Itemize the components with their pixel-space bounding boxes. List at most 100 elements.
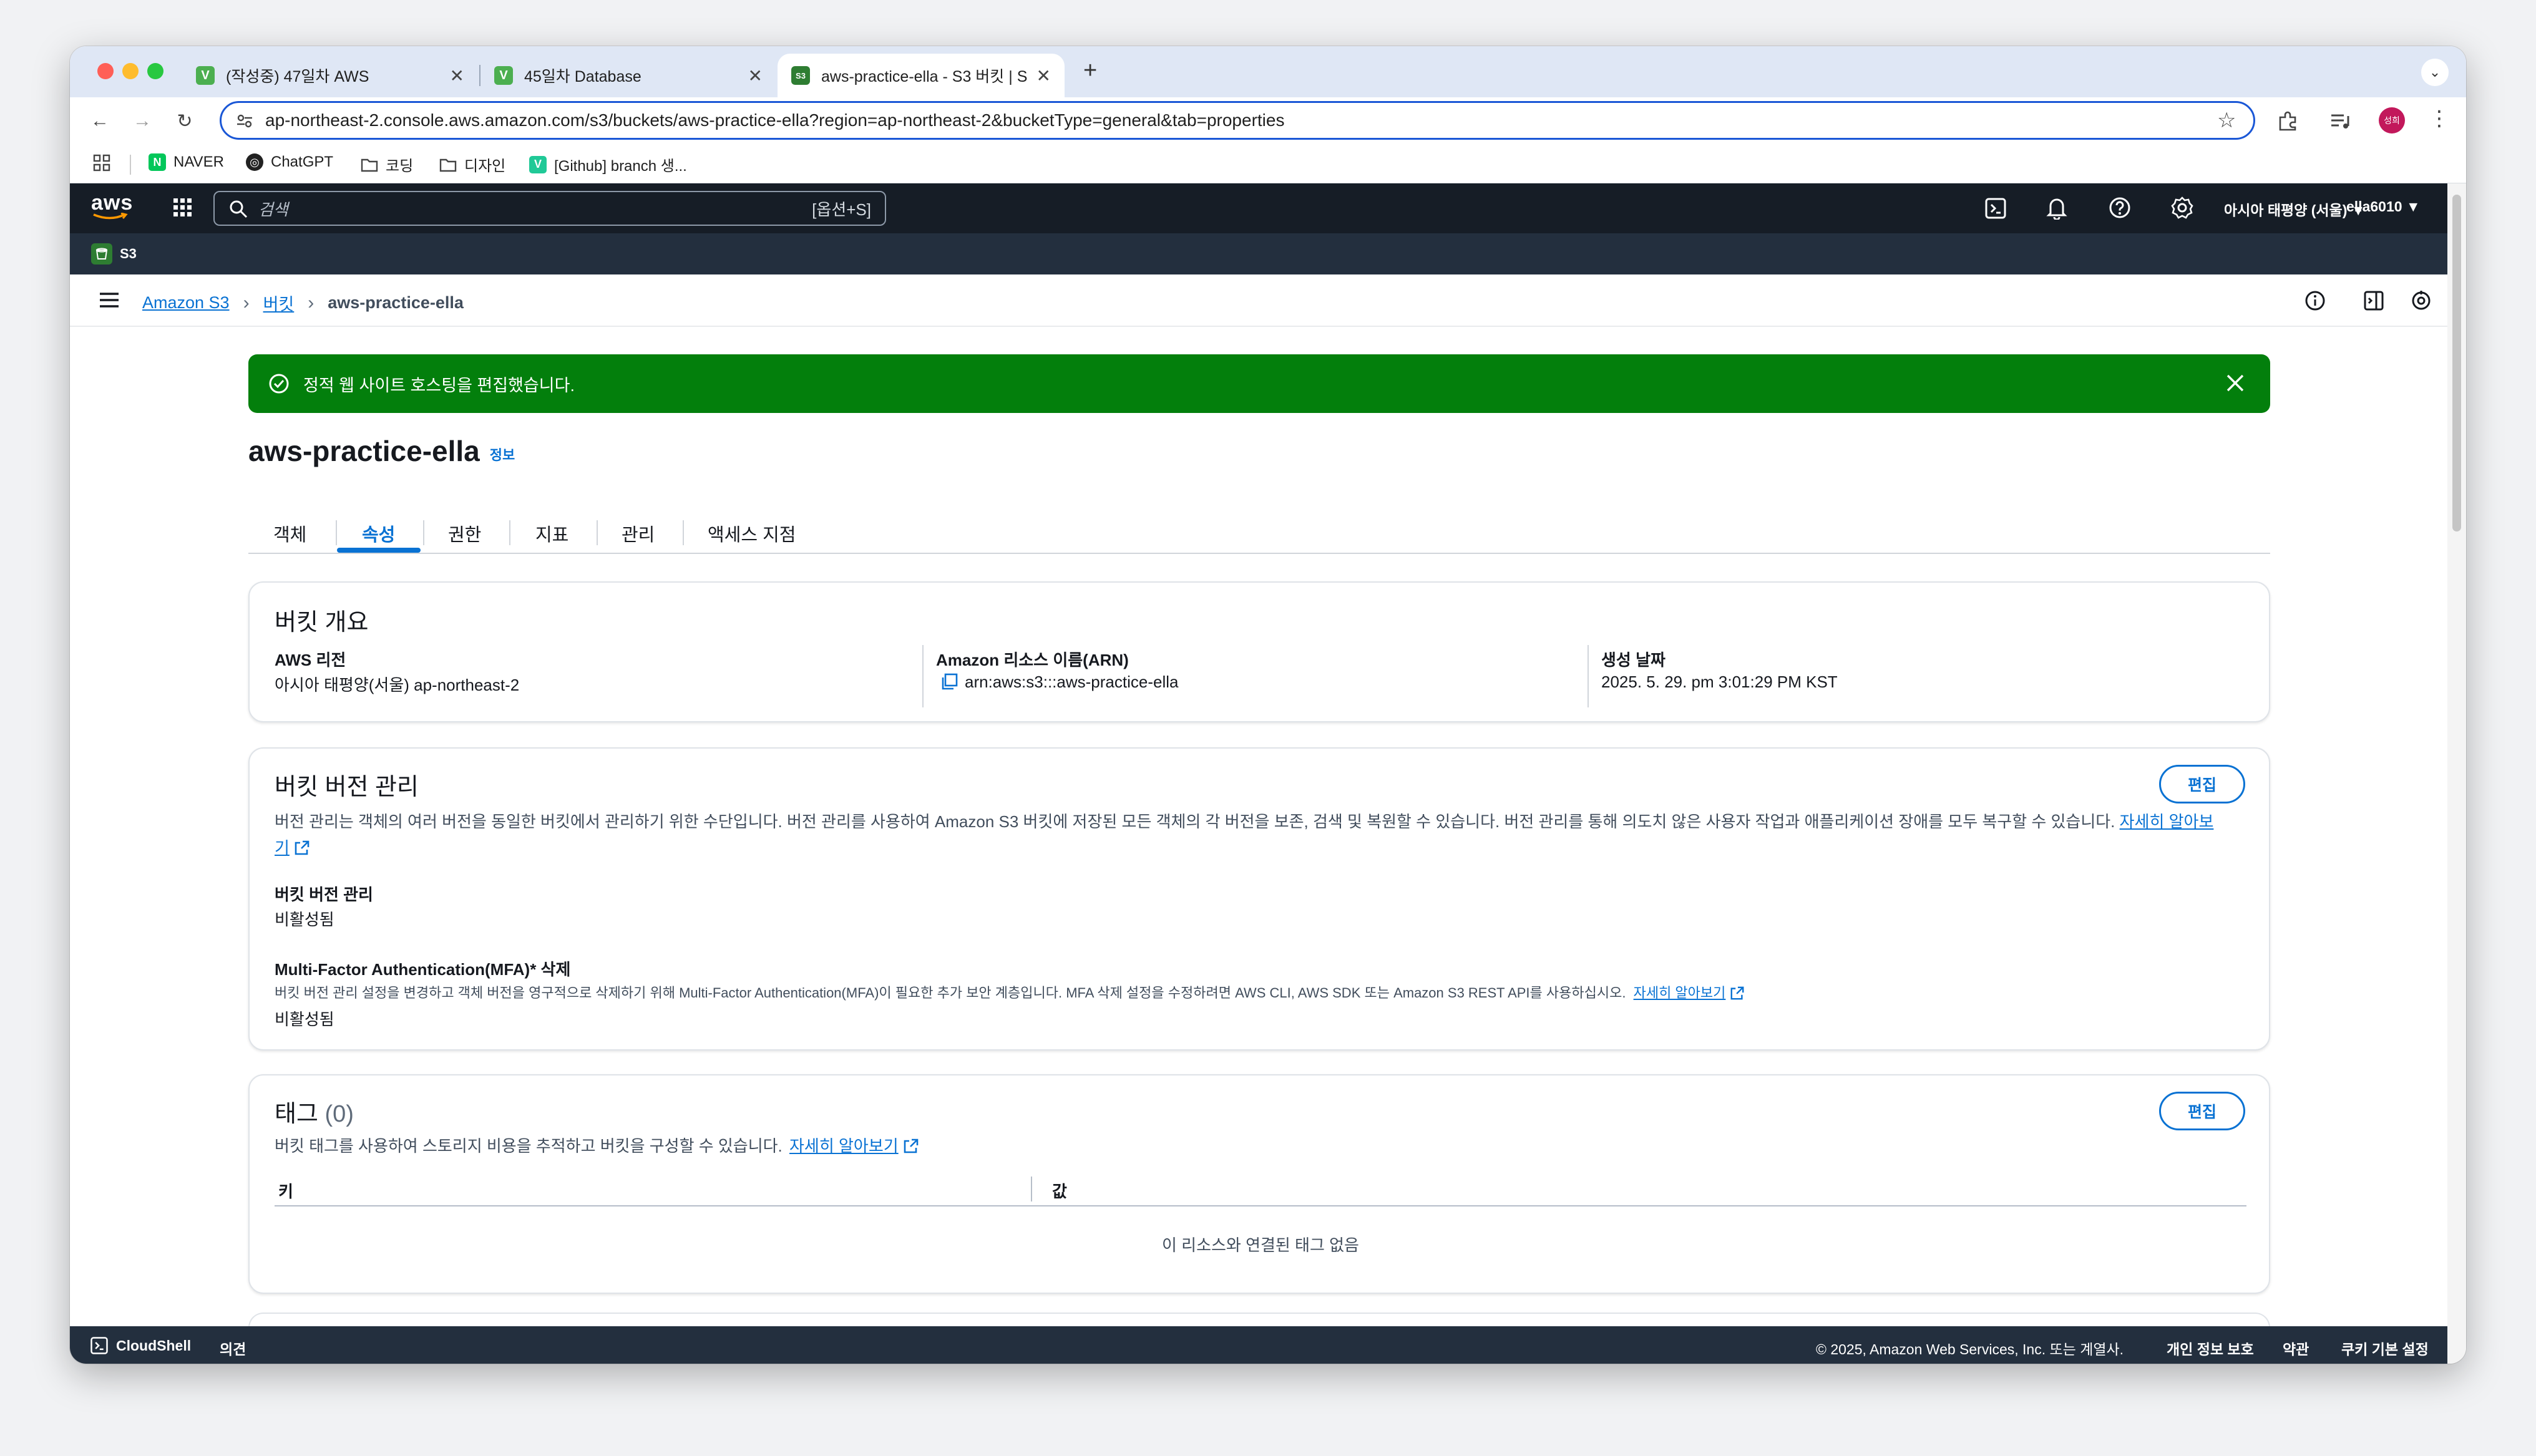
close-tab-icon[interactable]: ✕ — [450, 66, 464, 86]
browser-tab[interactable]: V (작성중) 47일차 AWS ✕ — [182, 54, 478, 97]
tab-divider — [423, 520, 424, 545]
breadcrumb-buckets[interactable]: 버킷 — [263, 291, 295, 315]
apps-grid-icon[interactable] — [92, 153, 111, 172]
search-icon — [228, 199, 248, 219]
tab-properties[interactable]: 속성 — [362, 520, 395, 546]
external-link-icon — [295, 840, 310, 855]
mfa-learn-more-link[interactable]: 자세히 알아보기 — [1634, 985, 1726, 1001]
close-tab-icon[interactable]: ✕ — [1036, 66, 1051, 86]
scrollbar-thumb[interactable] — [2452, 195, 2461, 531]
terms-link[interactable]: 약관 — [2283, 1337, 2309, 1359]
browser-toolbar: ← → ↻ ap-northeast-2.console.aws.amazon.… — [70, 97, 2466, 145]
help-icon[interactable] — [2108, 196, 2132, 220]
tab-search-chevron-down-icon[interactable]: ⌄ — [2421, 59, 2449, 86]
info-panel-icon[interactable] — [2304, 289, 2326, 312]
arn-value: arn:aws:s3:::aws-practice-ella — [965, 672, 1179, 691]
notifications-bell-icon[interactable] — [2046, 196, 2068, 220]
tags-panel: 태그 (0) 편집 버킷 태그를 사용하여 스토리지 비용을 추적하고 버킷을 … — [248, 1074, 2270, 1294]
bookmark-star-icon[interactable]: ☆ — [2217, 108, 2236, 133]
console-search-input[interactable]: 검색 [옵션+S] — [213, 191, 886, 226]
bucket-heading: aws-practice-ella 정보 — [248, 434, 515, 468]
bookmark-folder-design[interactable]: 디자인 — [439, 153, 505, 175]
cloudshell-icon[interactable] — [1984, 197, 2007, 220]
tab-objects[interactable]: 객체 — [273, 520, 306, 546]
column-divider — [922, 645, 924, 707]
tags-table-header: 키 값 — [275, 1173, 2246, 1206]
s3-favicon-icon: S3 — [791, 66, 810, 85]
learn-more-link[interactable]: 자세히 알아보 — [2120, 812, 2214, 831]
tab-title: (작성중) 47일차 AWS — [226, 68, 369, 85]
column-divider — [1587, 645, 1589, 707]
tab-divider — [336, 520, 337, 545]
site-settings-icon[interactable] — [235, 112, 254, 130]
tags-edit-button[interactable]: 편집 — [2159, 1092, 2245, 1130]
settings-gear-icon[interactable] — [2170, 196, 2194, 220]
external-link-icon — [904, 1138, 919, 1153]
column-divider[interactable] — [1031, 1177, 1032, 1201]
tags-learn-more-link[interactable]: 자세히 알아보기 — [789, 1137, 899, 1155]
address-bar[interactable]: ap-northeast-2.console.aws.amazon.com/s3… — [220, 101, 2255, 140]
versioning-edit-button[interactable]: 편집 — [2159, 765, 2245, 803]
bookmark-folder-coding[interactable]: 코딩 — [361, 153, 413, 175]
maximize-window-button[interactable] — [147, 63, 163, 79]
close-tab-icon[interactable]: ✕ — [748, 66, 763, 86]
new-tab-button[interactable]: + — [1083, 57, 1097, 84]
s3-service-shortcut[interactable]: S3 — [91, 243, 137, 265]
browser-menu-icon[interactable]: ⋮ — [2429, 106, 2450, 131]
recent-activity-icon[interactable] — [2410, 289, 2432, 312]
tags-description: 버킷 태그를 사용하여 스토리지 비용을 추적하고 버킷을 구성할 수 있습니다… — [275, 1133, 919, 1159]
column-header-value[interactable]: 값 — [1052, 1179, 1067, 1202]
breadcrumb-amazon-s3[interactable]: Amazon S3 — [142, 293, 230, 313]
browser-tab[interactable]: V 45일차 Database ✕ — [480, 54, 776, 97]
flash-message: 정적 웹 사이트 호스팅을 편집했습니다. — [303, 376, 575, 395]
tab-permissions[interactable]: 권한 — [448, 520, 481, 546]
aws-console-header: aws 검색 [옵션+S] 아시아 태평양 (서울) ▼ ella6010 ▼ — [70, 183, 2447, 233]
region-selector[interactable]: 아시아 태평양 (서울) ▼ — [2224, 198, 2366, 220]
forward-arrow-icon[interactable]: → — [129, 107, 156, 135]
cloudshell-button[interactable]: CloudShell — [90, 1336, 191, 1355]
tab-title: 45일차 Database — [524, 68, 641, 85]
browser-tab-active[interactable]: S3 aws-practice-ella - S3 버킷 | S ✕ — [778, 54, 1065, 97]
velog-icon: V — [196, 66, 215, 85]
privacy-link[interactable]: 개인 정보 보호 — [2167, 1337, 2254, 1359]
learn-more-link-continued[interactable]: 기 — [275, 838, 290, 857]
empty-tags-message: 이 리소스와 연결된 태그 없음 — [1162, 1236, 1359, 1255]
bucket-tabs: 객체 속성 권한 지표 관리 액세스 지점 — [248, 514, 2270, 554]
close-window-button[interactable] — [97, 63, 114, 79]
bookmark-github-branch[interactable]: V [Github] branch 생... — [529, 153, 687, 175]
aws-logo[interactable]: aws — [91, 191, 133, 220]
region-value: 아시아 태평양(서울) ap-northeast-2 — [275, 676, 520, 694]
profile-avatar[interactable]: 성희 — [2379, 107, 2405, 133]
close-icon[interactable] — [2224, 372, 2246, 394]
minimize-window-button[interactable] — [122, 63, 139, 79]
side-panel-icon[interactable] — [2363, 289, 2385, 312]
account-menu[interactable]: ella6010 ▼ — [2346, 198, 2421, 215]
cookie-preferences-link[interactable]: 쿠키 기본 설정 — [2341, 1337, 2429, 1359]
tab-access-points[interactable]: 액세스 지점 — [708, 520, 796, 546]
external-link-icon — [1730, 986, 1744, 1000]
breadcrumb-bar: Amazon S3 › 버킷 › aws-practice-ella — [70, 274, 2447, 327]
hamburger-menu-icon[interactable] — [99, 291, 120, 309]
service-label: S3 — [120, 246, 137, 261]
bookmark-label: NAVER — [173, 153, 224, 170]
services-grid-icon[interactable] — [172, 197, 193, 218]
copy-icon[interactable] — [940, 672, 958, 691]
back-arrow-icon[interactable]: ← — [86, 107, 114, 135]
tab-metrics[interactable]: 지표 — [535, 520, 568, 546]
reload-icon[interactable]: ↻ — [171, 107, 198, 135]
mfa-description: 버킷 버전 관리 설정을 변경하고 객체 버전을 영구적으로 삭제하기 위해 M… — [275, 982, 1745, 1002]
media-controls-icon[interactable] — [2329, 110, 2351, 132]
page-scrollbar[interactable] — [2447, 183, 2466, 1364]
bucket-versioning-panel: 버킷 버전 관리 편집 버전 관리는 객체의 여러 버전을 동일한 버킷에서 관… — [248, 747, 2270, 1051]
tags-heading: 태그 (0) — [275, 1094, 354, 1128]
info-link[interactable]: 정보 — [490, 444, 515, 464]
tab-management[interactable]: 관리 — [622, 520, 655, 546]
bookmark-chatgpt[interactable]: ◎ ChatGPT — [246, 153, 333, 171]
feedback-link[interactable]: 의견 — [220, 1337, 246, 1359]
breadcrumb: Amazon S3 › 버킷 › aws-practice-ella — [142, 291, 464, 315]
versioning-status-value: 비활성됨 — [275, 910, 334, 929]
cloudshell-label: CloudShell — [116, 1337, 192, 1354]
bookmark-naver[interactable]: N NAVER — [149, 153, 224, 171]
column-header-key[interactable]: 키 — [278, 1179, 293, 1202]
extensions-icon[interactable] — [2276, 110, 2299, 132]
